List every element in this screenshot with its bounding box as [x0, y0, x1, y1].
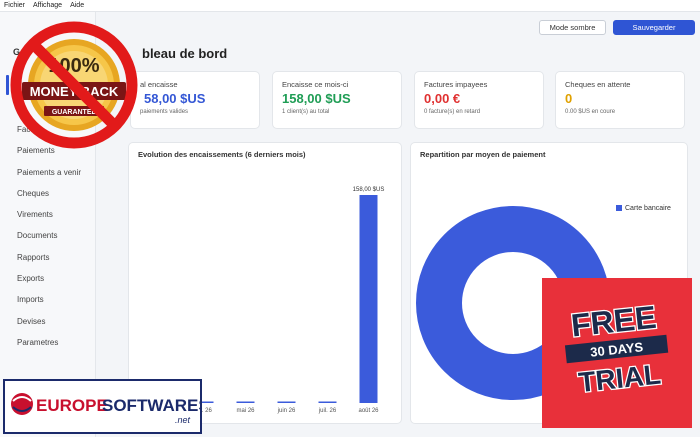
logo-tld-text: .net [175, 415, 191, 425]
logo-softwares-text: SOFTWARES [102, 396, 200, 415]
save-button[interactable]: Sauvegarder [613, 20, 695, 35]
logo-europe-text: EUROPE [36, 396, 108, 415]
sidebar-item-cheques[interactable]: Cheques [17, 183, 81, 204]
trial-word-text: TRIAL [577, 359, 662, 398]
logo-graphic: EUROPE SOFTWARES .net [11, 393, 210, 425]
trial-free-text: FREE [569, 299, 658, 344]
money-back-badge: 100% MONEY BACK GUARANTEE [10, 21, 138, 149]
sidebar-item-rapports[interactable]: Rapports [17, 247, 81, 268]
stat-value: 0,00 € [424, 91, 461, 106]
bar-5 [359, 195, 378, 403]
stat-card-cheques: Cheques en attente 0 0.00 $US en coure [555, 71, 685, 129]
stat-label: Cheques en attente [565, 80, 631, 89]
bar-2 [236, 401, 255, 403]
stat-sub: 0.00 $US en coure [565, 109, 616, 115]
page-title: bleau de bord [142, 46, 228, 61]
stat-label: Encaisse ce mois-ci [282, 80, 349, 89]
sidebar-item-documents[interactable]: Documents [17, 225, 81, 246]
x-tick-label: juil. 26 [318, 408, 337, 414]
data-label: 158,00 $US [353, 187, 385, 193]
stat-value: 0 [565, 91, 573, 106]
stat-card-unpaid: Factures impayees 0,00 € 0 facture(s) en… [414, 71, 544, 129]
x-tick-label: août 26 [358, 408, 379, 414]
dark-mode-button[interactable]: Mode sombre [539, 20, 606, 35]
europesoftwares-logo: EUROPE SOFTWARES .net [3, 379, 210, 434]
sidebar-item-paiements-a-venir[interactable]: Paiements a venir [17, 162, 81, 183]
x-tick-label: mai 26 [236, 408, 255, 414]
badge-guarantee-text: GUARANTEE [52, 109, 97, 116]
sidebar-item-devises[interactable]: Devises [17, 311, 81, 332]
bar-3 [277, 401, 296, 403]
legend-swatch [616, 205, 622, 212]
sidebar-item-imports[interactable]: Imports [17, 289, 81, 310]
toolbar: Mode sombre Sauvegarder [96, 12, 700, 42]
stat-card-month: Encaisse ce mois-ci 158,00 $US 1 client(… [272, 71, 402, 129]
x-tick-label: juin 26 [277, 408, 296, 414]
sidebar-item-virements[interactable]: Virements [17, 204, 81, 225]
stat-value: 58,00 $US [144, 91, 206, 106]
stat-value: 158,00 $US [282, 91, 351, 106]
free-trial-graphic: FREE 30 DAYS TRIAL [564, 298, 669, 399]
sidebar-item-exports[interactable]: Exports [17, 268, 81, 289]
stat-sub: 1 client(s) au total [282, 109, 330, 115]
stat-label: Factures impayees [424, 80, 488, 89]
stat-sub: 0 facture(s) en retard [424, 109, 481, 115]
free-trial-ad: FREE 30 DAYS TRIAL [542, 278, 692, 428]
sidebar-item-parametres[interactable]: Parametres [17, 332, 81, 353]
chart-legend: Carte bancaire [616, 205, 671, 212]
legend-label: Carte bancaire [625, 205, 671, 212]
bar-4 [318, 401, 337, 403]
